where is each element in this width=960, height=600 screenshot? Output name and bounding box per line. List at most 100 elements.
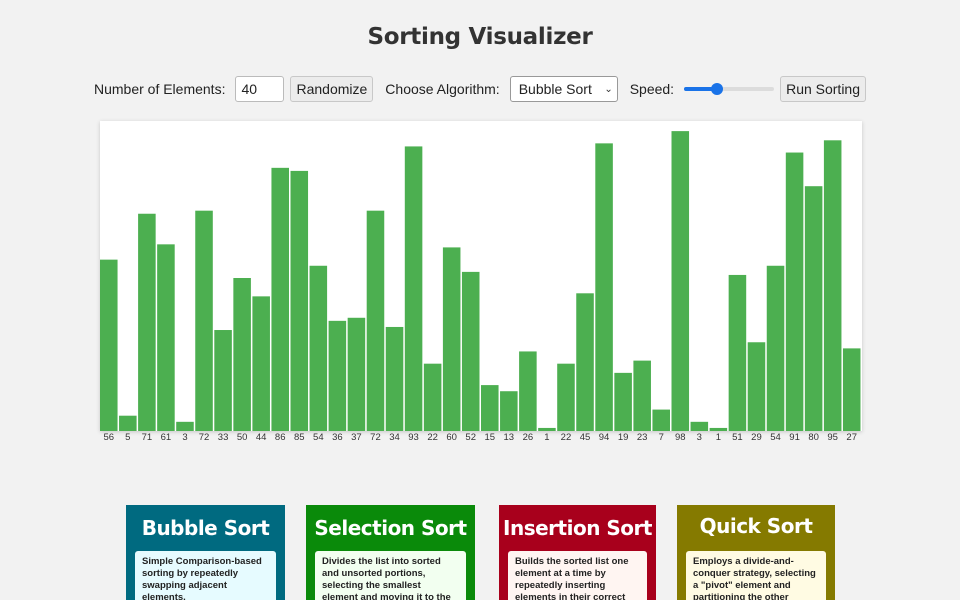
bar-value-label: 36: [332, 432, 343, 443]
bar: [728, 274, 747, 431]
algorithm-select[interactable]: Bubble Sort ⌄: [509, 76, 618, 102]
bar: [195, 210, 213, 431]
card-bubble-sort[interactable]: Bubble Sort Simple Comparison-based sort…: [126, 505, 285, 600]
bar-value-label: 95: [827, 432, 838, 443]
bar: [614, 372, 632, 431]
bar: [671, 131, 690, 431]
bar-value-label: 3: [182, 432, 188, 443]
bar-value-label: 72: [370, 432, 381, 443]
bar-value-label: 27: [846, 432, 857, 443]
bar-value-label: 86: [274, 432, 286, 443]
bar: [328, 320, 347, 431]
bar-value-label: 26: [522, 432, 534, 443]
bar: [652, 409, 670, 431]
card-title: Selection Sort: [314, 516, 467, 540]
speed-label: Speed:: [629, 81, 675, 97]
bar: [271, 167, 289, 431]
card-description: Divides the list into sorted and unsorte…: [315, 551, 466, 600]
elements-count-input[interactable]: 40: [235, 76, 285, 102]
bar-value-label: 13: [503, 432, 515, 443]
bar: [366, 210, 385, 431]
bars-chart: [100, 131, 861, 431]
bar-value-label: 93: [408, 432, 419, 443]
bar-value-labels: 56 5 71 61 3 72 33 50 44 86 85 54 36 37 72 34 93 22 60 52 15…: [100, 432, 862, 446]
bar-value-label: 19: [617, 432, 629, 443]
bar-value-label: 85: [293, 432, 305, 443]
bar-value-label: 29: [751, 432, 762, 443]
bar-value-label: 98: [674, 432, 686, 443]
bar: [747, 342, 766, 431]
bar-value-label: 50: [236, 432, 248, 443]
card-description: Builds the sorted list one element at a …: [508, 551, 647, 600]
bar-value-label: 22: [560, 432, 572, 443]
card-insertion-sort[interactable]: Insertion Sort Builds the sorted list on…: [499, 505, 656, 600]
bar: [347, 317, 366, 431]
algorithm-label: Choose Algorithm:: [385, 81, 500, 97]
bar: [538, 427, 556, 431]
bar: [576, 293, 594, 431]
bar: [214, 330, 232, 431]
bar-value-label: 94: [598, 432, 610, 443]
elements-label: Number of Elements:: [93, 81, 226, 97]
speed-slider-thumb[interactable]: [711, 83, 724, 95]
bar: [309, 265, 328, 431]
bar: [404, 146, 423, 431]
bar-value-label: 7: [658, 432, 664, 443]
bar-value-label: 33: [217, 432, 229, 443]
bar-value-label: 34: [389, 432, 400, 443]
page-title: Sorting Visualizer: [367, 24, 593, 50]
bar: [290, 170, 309, 431]
bar-value-label: 1: [544, 432, 550, 443]
bar: [157, 244, 175, 431]
bar: [766, 265, 785, 431]
chevron-down-icon: ⌄: [604, 83, 613, 95]
bar-value-label: 61: [160, 432, 172, 443]
card-description: Simple Comparison-based sorting by repea…: [135, 551, 276, 600]
bar-value-label: 60: [446, 432, 457, 443]
run-sorting-button[interactable]: Run Sorting: [780, 76, 867, 102]
bar-value-label: 3: [696, 432, 702, 443]
bar: [176, 421, 194, 431]
bar: [481, 385, 499, 431]
bar: [690, 421, 709, 431]
bar-value-label: 72: [198, 432, 210, 443]
controls-bar: Number of Elements: 40 Randomize Choose …: [0, 75, 960, 103]
algorithm-selected-value: Bubble Sort: [518, 81, 592, 97]
bar-value-label: 56: [103, 432, 115, 443]
bar: [709, 427, 728, 431]
bar-value-label: 1: [715, 432, 722, 443]
speed-slider[interactable]: [684, 81, 775, 97]
bar-value-label: 45: [579, 432, 591, 443]
bar-value-label: 52: [465, 432, 476, 443]
bar: [442, 247, 461, 431]
bar-value-label: 51: [732, 432, 743, 443]
bar: [461, 271, 480, 431]
bar-chart-panel: [100, 121, 862, 431]
bar: [385, 326, 404, 431]
bar: [785, 152, 804, 431]
bar-value-label: 37: [351, 432, 362, 443]
bar-value-label: 80: [808, 432, 819, 443]
bar-value-label: 5: [125, 432, 131, 443]
bar-value-label: 22: [427, 432, 438, 443]
bar: [233, 278, 251, 431]
bar: [804, 186, 823, 431]
card-quick-sort[interactable]: Quick Sort Employs a divide-and-conquer …: [677, 505, 835, 600]
bar-value-label: 54: [313, 432, 324, 443]
card-selection-sort[interactable]: Selection Sort Divides the list into sor…: [306, 505, 475, 600]
bar: [823, 140, 842, 431]
bar: [100, 259, 118, 431]
bar-value-label: 54: [770, 432, 781, 443]
card-description: Employs a divide-and-conquer strategy, s…: [686, 551, 826, 600]
bar: [595, 143, 613, 431]
randomize-button[interactable]: Randomize: [290, 76, 374, 102]
bar-value-label: 71: [141, 432, 153, 443]
bar: [519, 351, 537, 431]
bar-value-label: 91: [789, 432, 800, 443]
bar: [119, 415, 137, 431]
bar-value-label: 44: [255, 432, 267, 443]
bar: [557, 363, 575, 431]
bar: [842, 348, 861, 431]
bar: [252, 296, 270, 431]
bar: [138, 213, 156, 431]
